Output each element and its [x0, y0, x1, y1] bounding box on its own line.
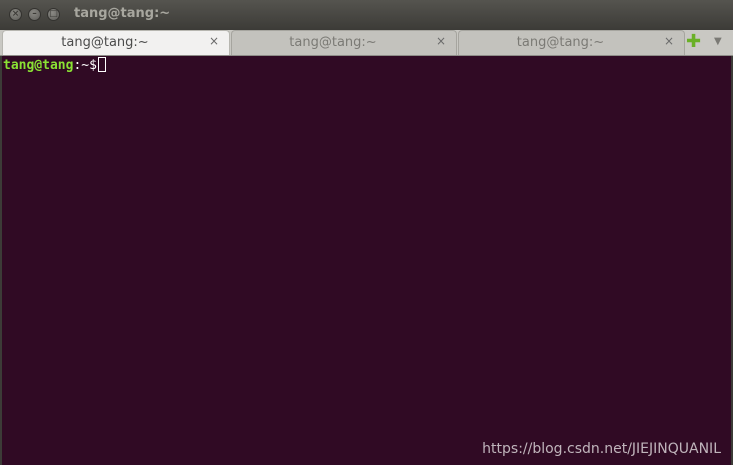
tab-close-icon[interactable]: ×: [436, 34, 446, 48]
minimize-icon: –: [32, 9, 37, 19]
tab-3[interactable]: tang@tang:~ ×: [458, 30, 685, 55]
prompt-line: tang@tang:~$: [3, 57, 106, 74]
tab-bar: tang@tang:~ × tang@tang:~ × tang@tang:~ …: [0, 30, 733, 56]
tab-2[interactable]: tang@tang:~ ×: [231, 30, 457, 55]
minimize-window-button[interactable]: –: [28, 8, 41, 21]
tab-label: tang@tang:~: [61, 35, 149, 50]
terminal-window: × – □ tang@tang:~ tang@tang:~ × tang@tan…: [0, 0, 733, 465]
new-tab-plus-icon[interactable]: ✚: [686, 33, 701, 51]
tab-1[interactable]: tang@tang:~ ×: [2, 30, 230, 55]
prompt-user: tang@tang: [3, 58, 74, 73]
watermark-text: https://blog.csdn.net/JIEJINQUANIL: [482, 441, 721, 457]
tab-label: tang@tang:~: [516, 35, 605, 50]
tab-close-icon[interactable]: ×: [664, 34, 674, 48]
tab-label: tang@tang:~: [289, 35, 377, 50]
title-bar[interactable]: × – □ tang@tang:~: [0, 0, 733, 31]
close-icon: ×: [11, 9, 20, 19]
terminal-area[interactable]: tang@tang:~$ https://blog.csdn.net/JIEJI…: [2, 56, 731, 465]
maximize-icon: □: [49, 9, 58, 19]
maximize-window-button[interactable]: □: [47, 8, 60, 21]
tab-menu-chevron-down-icon[interactable]: ▼: [714, 36, 722, 47]
text-cursor: [97, 57, 106, 72]
tab-close-icon[interactable]: ×: [209, 34, 219, 48]
close-window-button[interactable]: ×: [9, 8, 22, 21]
prompt-path: ~$: [81, 58, 97, 73]
window-title: tang@tang:~: [74, 6, 171, 21]
